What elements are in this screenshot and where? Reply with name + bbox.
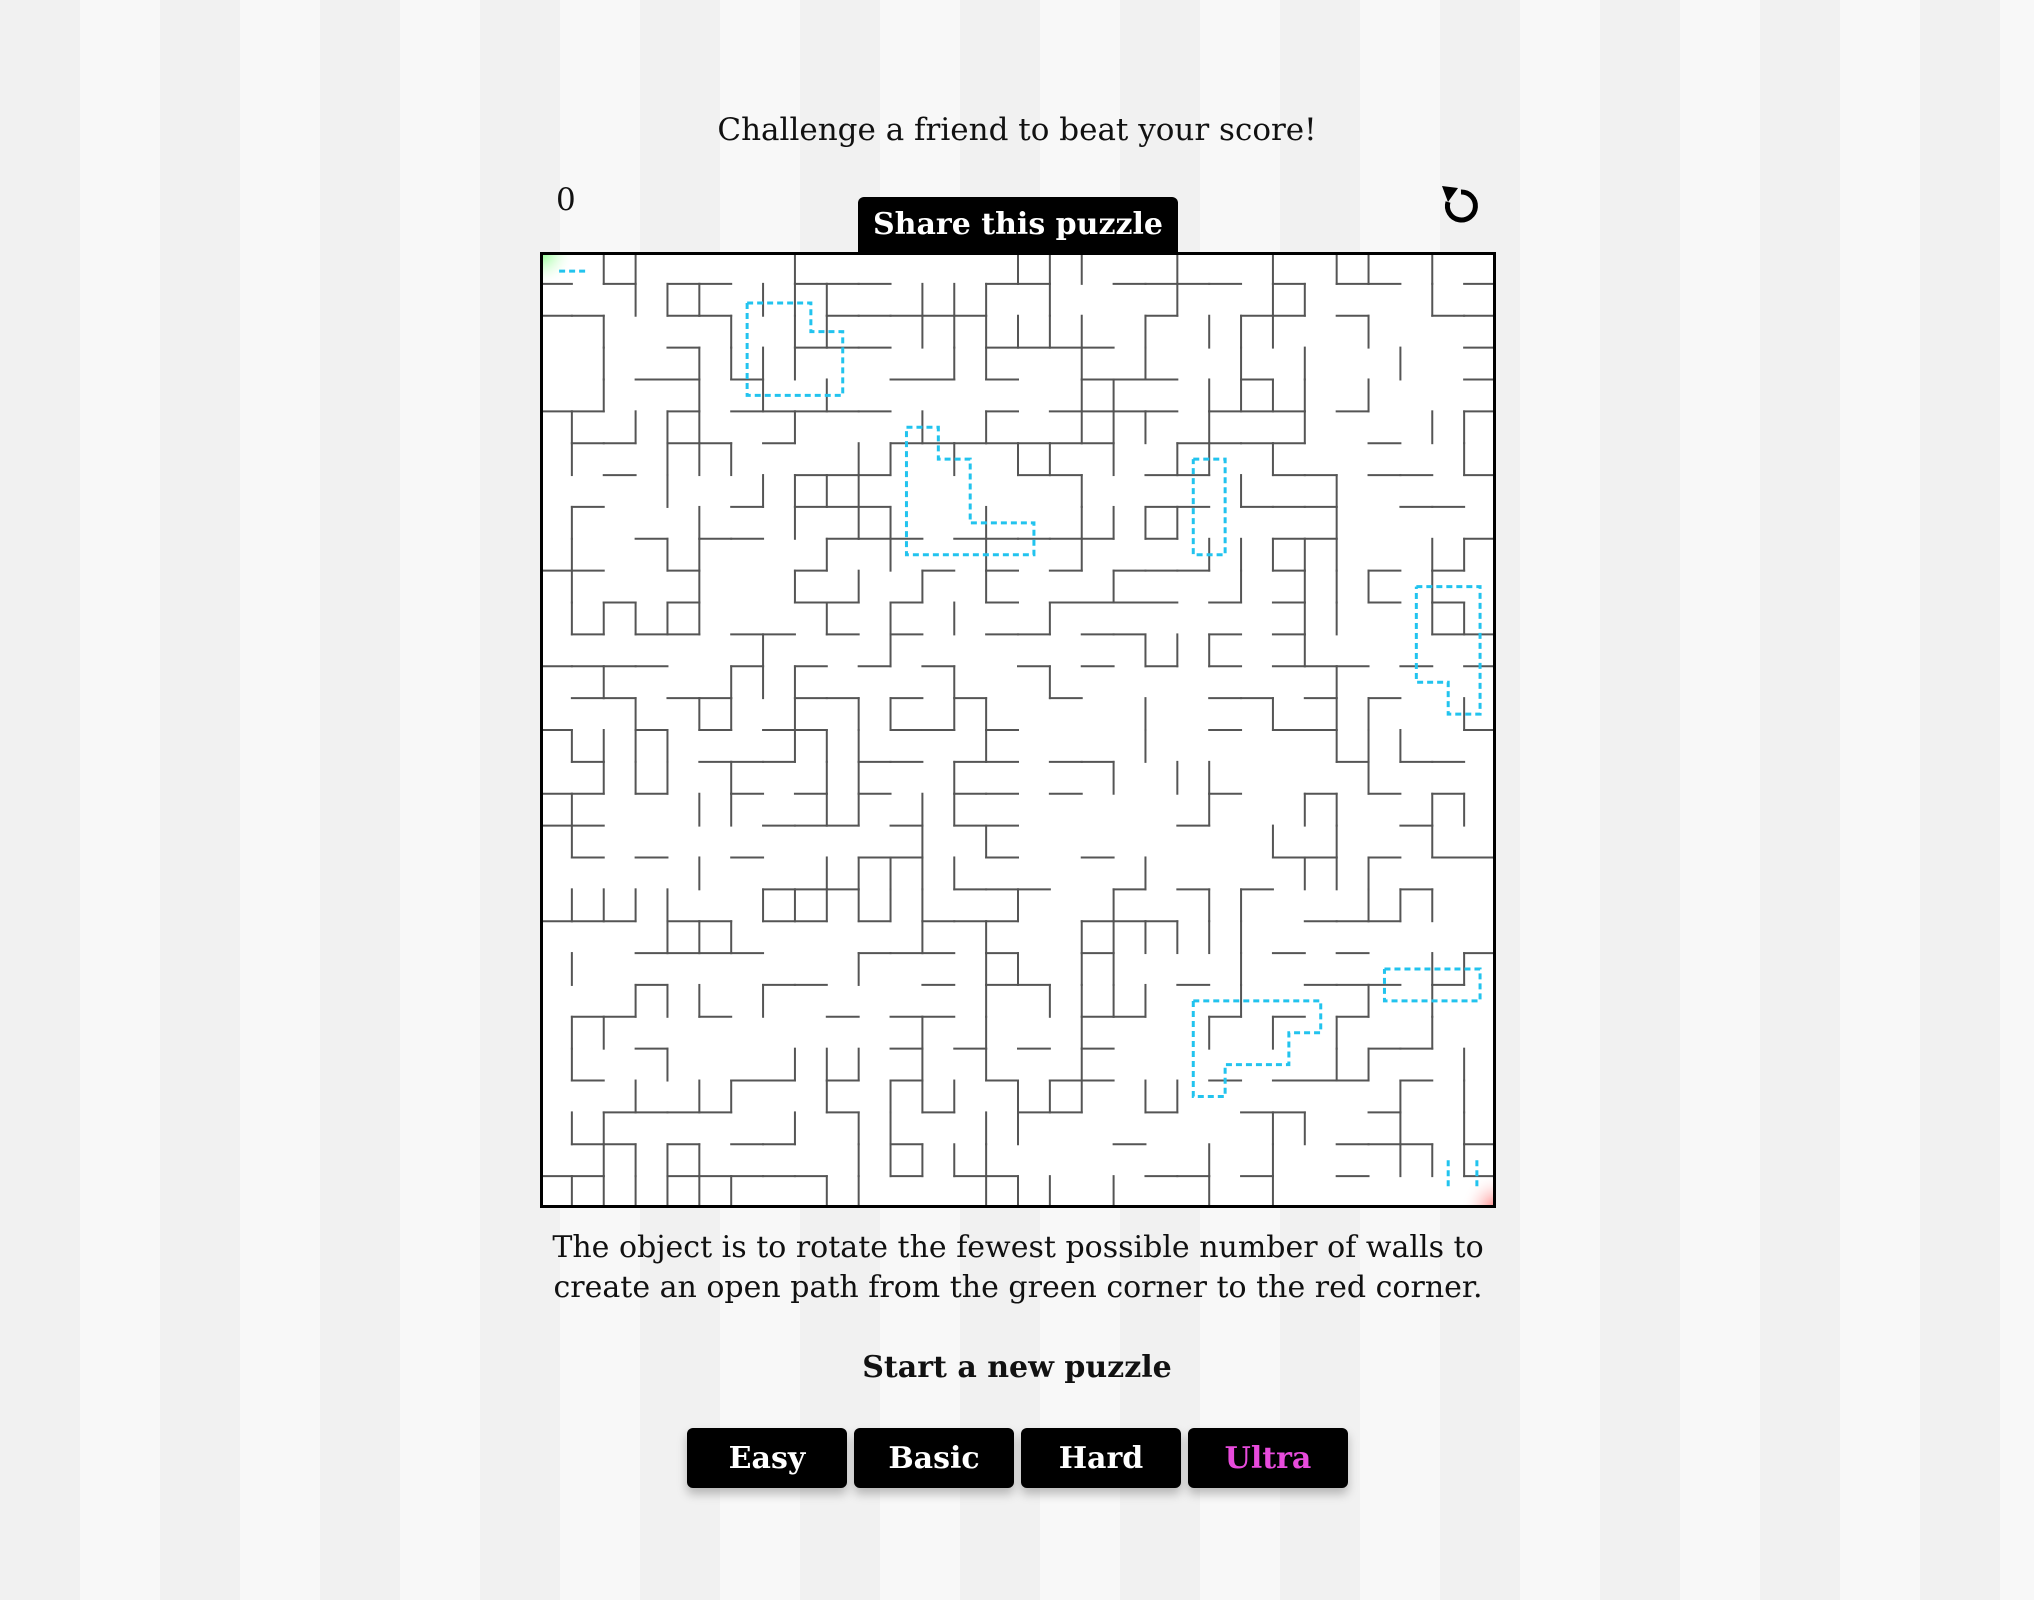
new-puzzle-title: Start a new puzzle	[862, 1350, 1172, 1385]
instructions-text: The object is to rotate the fewest possi…	[552, 1230, 1484, 1305]
hard-button[interactable]: Hard	[1021, 1428, 1181, 1488]
maze-board[interactable]	[540, 252, 1496, 1208]
reset-icon[interactable]	[1436, 180, 1486, 230]
share-puzzle-button[interactable]: Share this puzzle	[858, 197, 1178, 253]
easy-button[interactable]: Easy	[687, 1428, 847, 1488]
end-corner	[1460, 1172, 1496, 1208]
basic-button[interactable]: Basic	[854, 1428, 1014, 1488]
start-corner	[540, 252, 576, 288]
score-counter: 0	[556, 182, 576, 218]
challenge-text: Challenge a friend to beat your score!	[717, 112, 1317, 148]
difficulty-buttons: Easy Basic Hard Ultra	[687, 1428, 1348, 1488]
ultra-button[interactable]: Ultra	[1188, 1428, 1348, 1488]
